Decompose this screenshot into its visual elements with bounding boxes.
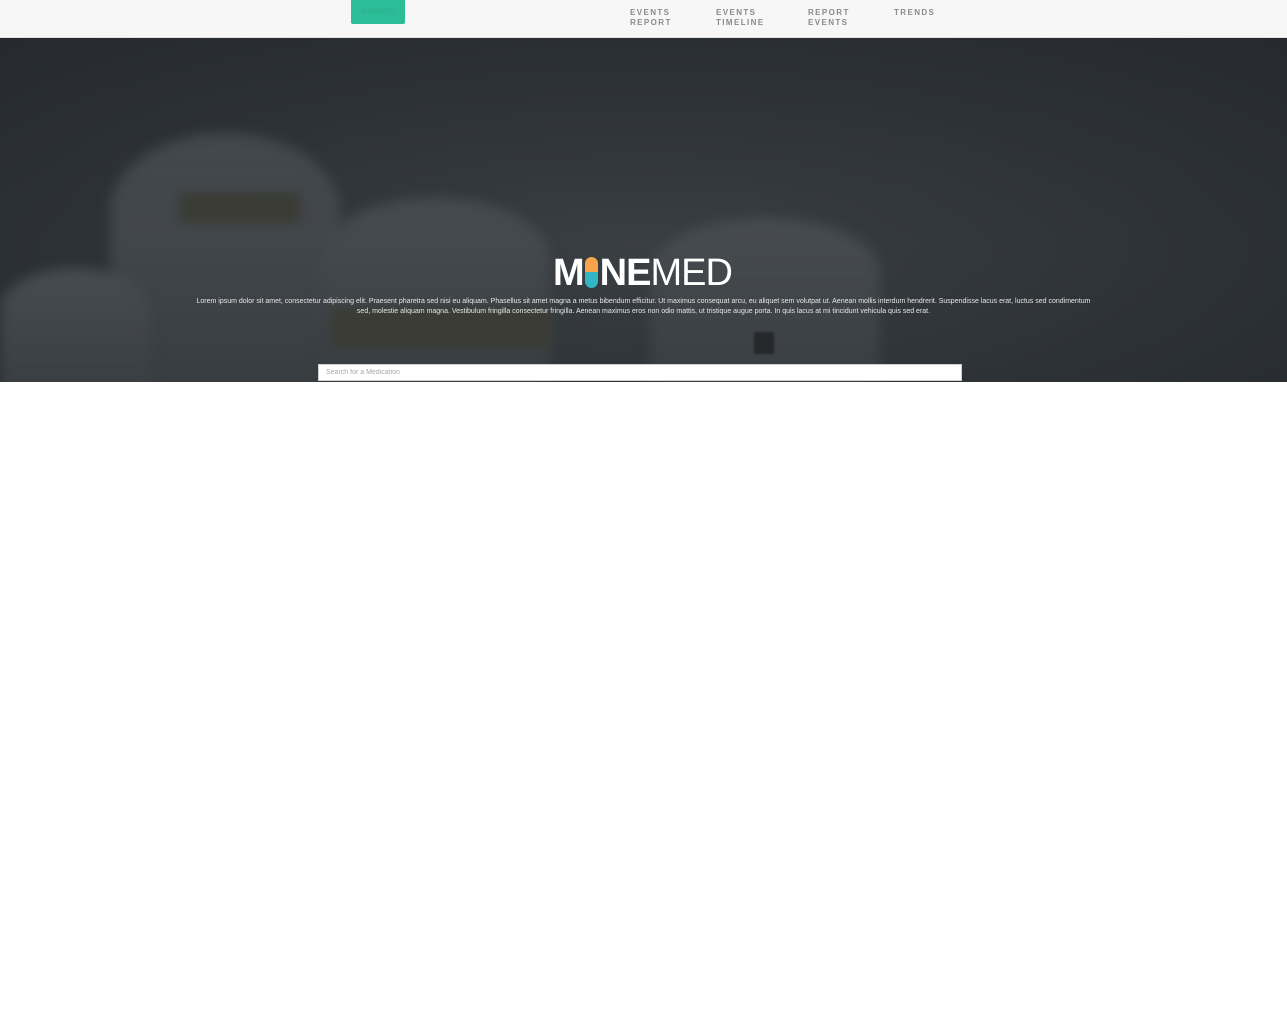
nav-item-label-line1: EVENTS — [630, 8, 671, 17]
nav-item-label-line2: EVENTS — [808, 18, 849, 27]
hero-overlay — [0, 38, 1287, 382]
top-navbar: MINEMED EVENTS REPORT EVENTS TIMELINE RE… — [0, 0, 1287, 38]
hero-banner: M NE MED Lorem ipsum dolor sit amet, con… — [0, 38, 1287, 382]
pill-icon — [584, 256, 598, 288]
logo-text-middle: NE — [599, 252, 652, 294]
nav-item-events-timeline[interactable]: EVENTS TIMELINE — [716, 8, 765, 28]
nav-item-label-line2: REPORT — [630, 18, 672, 27]
brand-button[interactable]: MINEMED — [351, 0, 405, 24]
nav-item-events-report[interactable]: EVENTS REPORT — [630, 8, 672, 28]
medication-search-input[interactable] — [318, 364, 962, 381]
nav-item-label-line1: TRENDS — [894, 8, 936, 17]
nav-item-label-line1: EVENTS — [716, 8, 757, 17]
minemed-logo: M NE MED — [553, 252, 733, 294]
nav-item-report-events[interactable]: REPORT EVENTS — [808, 8, 850, 28]
nav-item-label-line1: REPORT — [808, 8, 850, 17]
nav-item-label-line2: TIMELINE — [716, 18, 765, 27]
nav-item-trends[interactable]: TRENDS — [894, 8, 935, 18]
logo-text-suffix: MED — [650, 252, 732, 294]
logo-text-prefix: M — [553, 252, 585, 294]
hero-tagline: Lorem ipsum dolor sit amet, consectetur … — [196, 298, 1091, 315]
